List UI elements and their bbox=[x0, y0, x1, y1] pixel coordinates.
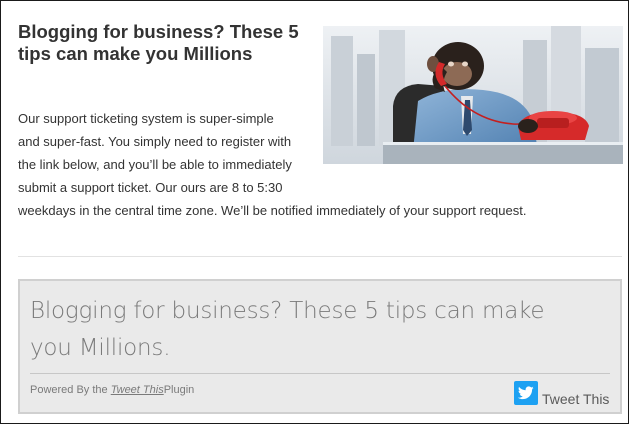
section-divider bbox=[18, 256, 622, 257]
tweet-box-divider bbox=[30, 373, 610, 374]
tweet-this-box[interactable]: Blogging for business? These 5 tips can … bbox=[18, 279, 622, 414]
powered-suffix: Plugin bbox=[163, 384, 195, 396]
powered-by-text: Powered By the Tweet ThisPlugin bbox=[30, 384, 194, 396]
post-body: Our support ticketing system is super-si… bbox=[18, 107, 608, 222]
post-title: Blogging for business? These 5 tips can … bbox=[18, 21, 299, 64]
powered-prefix: Powered By the bbox=[30, 384, 108, 396]
tweet-this-plugin-link[interactable]: Tweet This bbox=[111, 384, 164, 396]
tweet-quote-text[interactable]: Blogging for business? These 5 tips can … bbox=[30, 293, 590, 367]
twitter-bird-icon[interactable] bbox=[514, 381, 538, 405]
page-frame: Blogging for business? These 5 tips can … bbox=[0, 0, 629, 424]
tweet-this-label[interactable]: Tweet This bbox=[542, 391, 609, 407]
image-float-spacer bbox=[296, 107, 608, 187]
tweet-this-button[interactable]: Tweet This bbox=[514, 379, 609, 407]
